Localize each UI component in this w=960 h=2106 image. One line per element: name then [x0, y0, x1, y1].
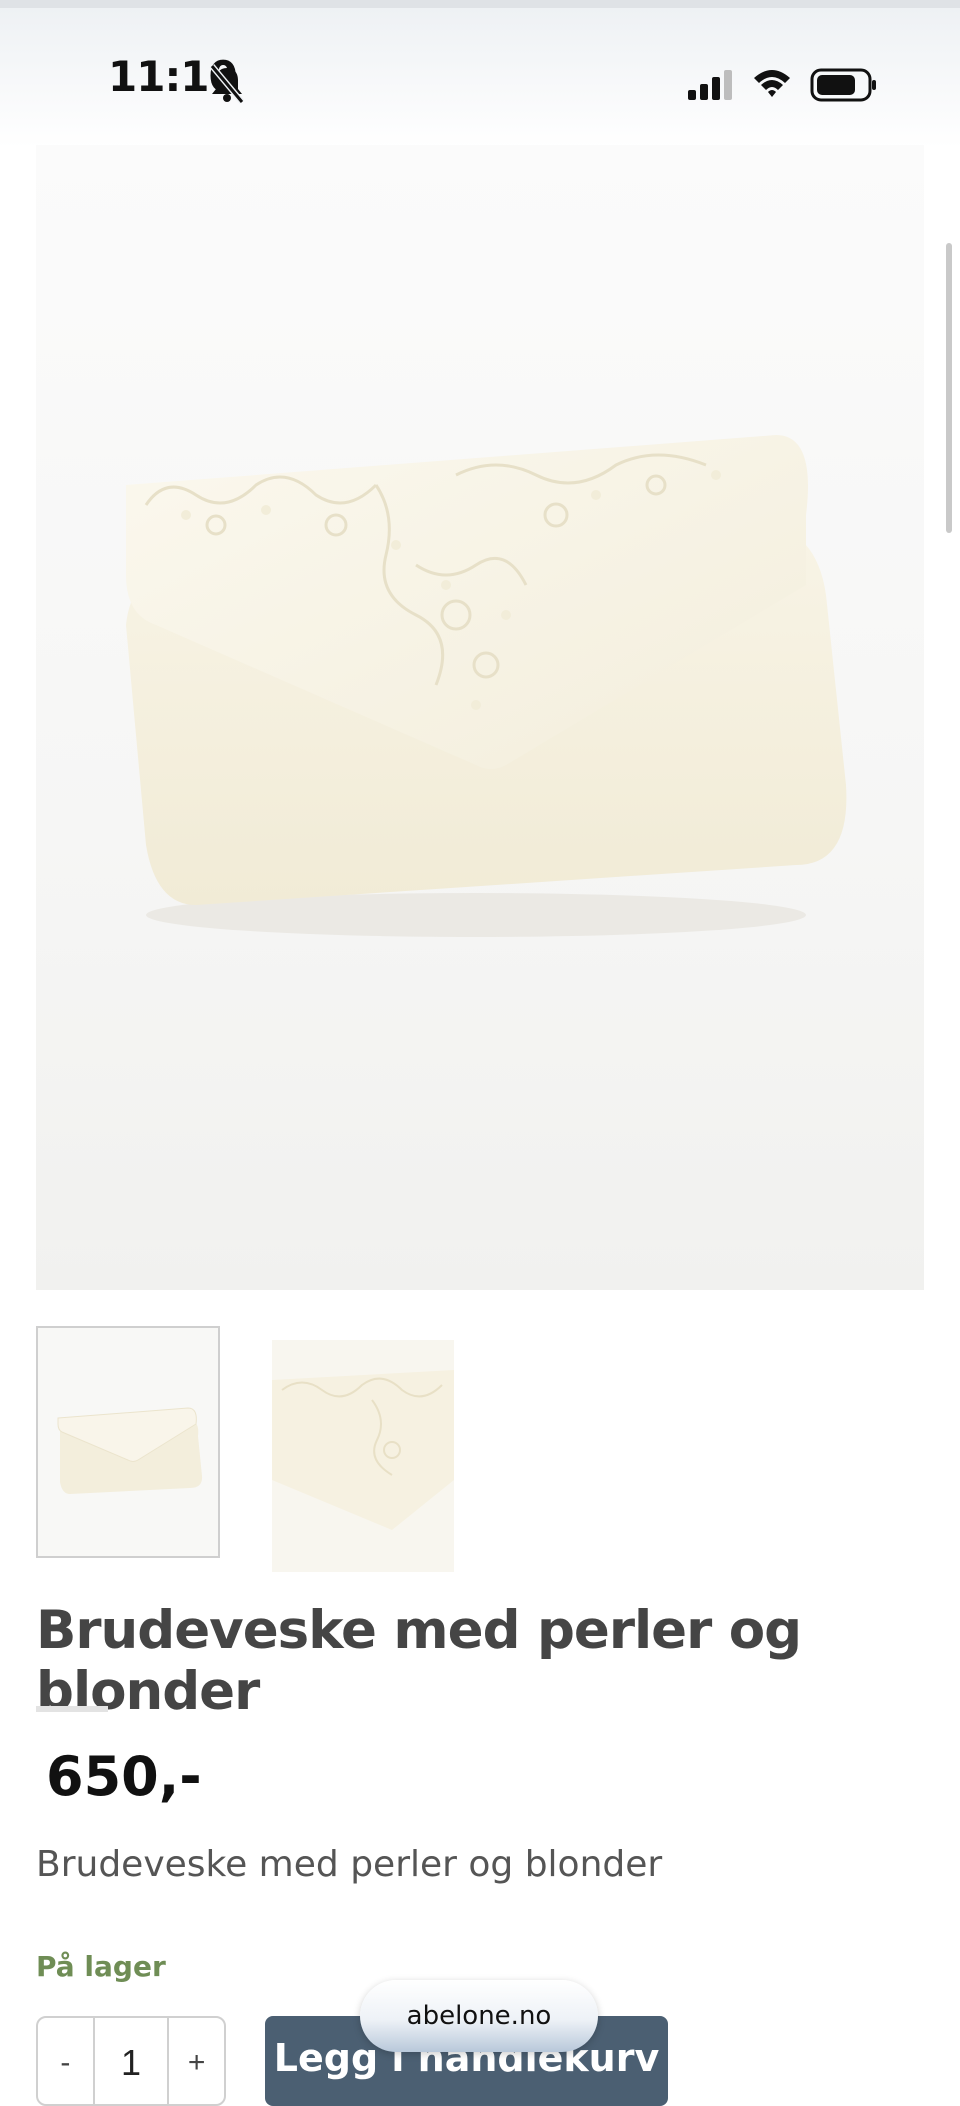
top-edge-strip	[0, 0, 960, 8]
quantity-stepper: - 1 +	[36, 2016, 226, 2106]
quantity-increase-button[interactable]: +	[169, 2018, 224, 2104]
title-divider	[36, 1706, 108, 1712]
status-bar: 11:10	[0, 8, 960, 148]
thumbnail-2[interactable]	[272, 1340, 454, 1572]
bridal-clutch-illustration	[126, 435, 847, 937]
thumbnail-1-image	[38, 1328, 218, 1556]
browser-url-pill[interactable]: abelone.no	[360, 1980, 598, 2052]
bell-muted-icon	[209, 64, 245, 104]
cellular-signal-icon	[688, 70, 732, 100]
product-price: 650,-	[46, 1745, 202, 1808]
product-title: Brudeveske med perler og blonder	[36, 1600, 802, 1722]
thumbnail-2-image	[272, 1340, 454, 1572]
quantity-input[interactable]: 1	[92, 2018, 170, 2104]
stock-status: På lager	[36, 1950, 166, 1983]
quantity-decrease-button[interactable]: -	[38, 2018, 93, 2104]
product-main-image[interactable]	[36, 145, 924, 1290]
thumbnail-1[interactable]	[36, 1326, 220, 1558]
battery-icon	[810, 68, 876, 102]
product-short-description: Brudeveske med perler og blonder	[36, 1844, 663, 1885]
page-scrollbar[interactable]	[946, 243, 952, 533]
wifi-icon	[754, 70, 790, 97]
